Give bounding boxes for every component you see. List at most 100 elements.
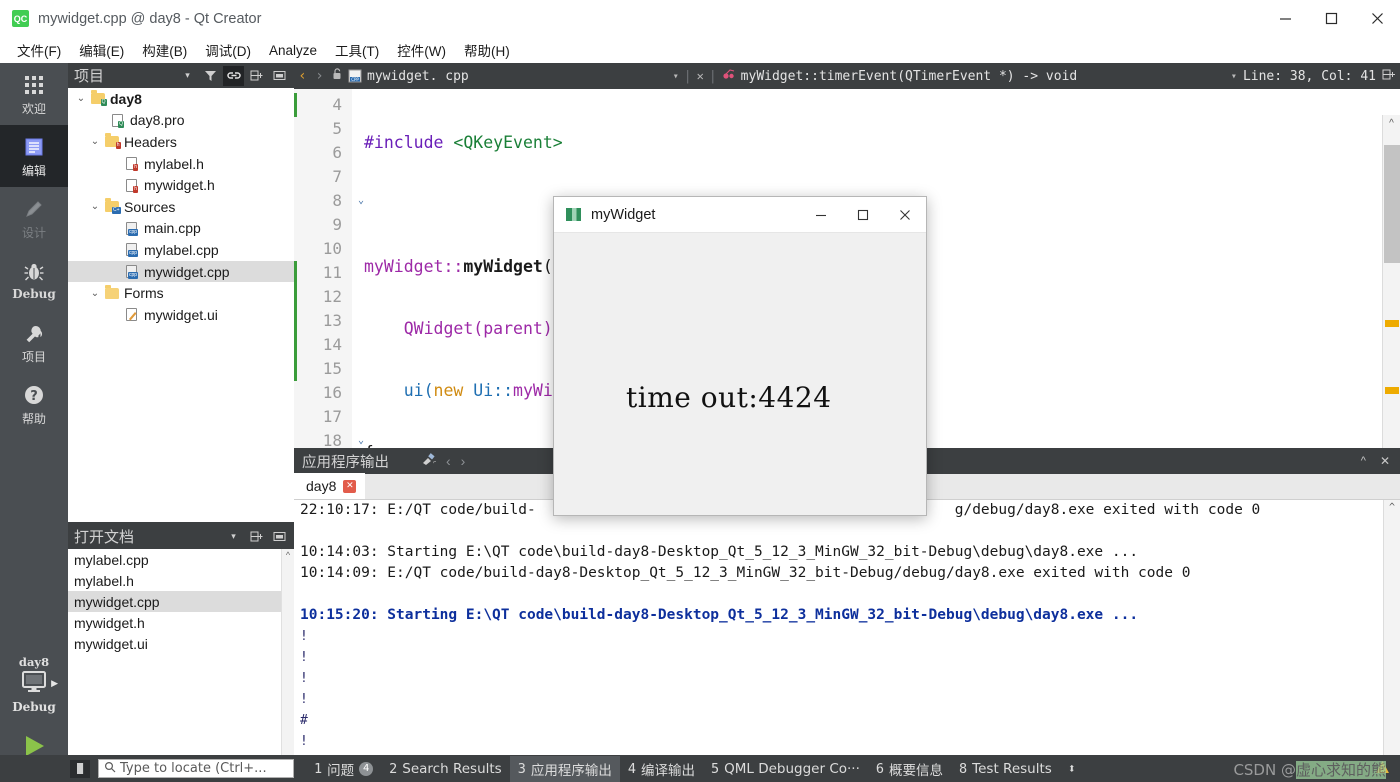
split-icon[interactable] — [246, 527, 267, 547]
chevron-down-icon[interactable]: ▾ — [177, 66, 198, 86]
window-controls — [1262, 0, 1400, 37]
output-scrollbar[interactable]: ^ — [1383, 500, 1400, 755]
editor-toolbar: ‹ › CPP mywidget. cpp ▾ | ✕ | myWidget::… — [294, 63, 1400, 89]
tree-node-sources[interactable]: ⌄ C+ Sources — [68, 196, 294, 218]
line-number: 9 — [332, 215, 342, 234]
menu-build[interactable]: 构建(B) — [133, 37, 196, 63]
maximize-icon[interactable] — [1308, 0, 1354, 37]
navigate-forward-icon[interactable]: › — [311, 68, 328, 84]
mode-help[interactable]: ? 帮助 — [0, 373, 68, 435]
close-icon[interactable] — [884, 197, 926, 233]
mode-projects[interactable]: 项目 — [0, 311, 68, 373]
menu-edit[interactable]: 编辑(E) — [70, 37, 133, 63]
open-documents-scrollbar[interactable]: ^ — [281, 549, 294, 755]
open-document-item[interactable]: mylabel.cpp — [68, 549, 294, 570]
split-editor-icon[interactable] — [1382, 68, 1396, 85]
menu-file[interactable]: 文件(F) — [8, 37, 70, 63]
maximize-output-icon[interactable]: ^ — [1361, 455, 1366, 467]
prev-item-icon[interactable]: ‹ — [446, 453, 451, 469]
locator-input[interactable]: Type to locate (Ctrl+... — [98, 759, 294, 778]
mode-design-label: 设计 — [21, 225, 46, 240]
scroll-up-icon[interactable]: ^ — [1383, 115, 1400, 132]
menu-help[interactable]: 帮助(H) — [455, 37, 519, 63]
chevron-down-icon[interactable]: ▾ — [223, 527, 244, 547]
line-number: 13 — [322, 311, 342, 330]
mode-design[interactable]: 设计 — [0, 187, 68, 249]
tree-node-mylabel-cpp[interactable]: cpp mylabel.cpp — [68, 239, 294, 261]
close-icon[interactable]: ✕ — [343, 479, 357, 493]
unlocked-icon[interactable] — [332, 68, 343, 84]
close-panel-icon[interactable] — [269, 527, 290, 547]
tree-node-forms[interactable]: ⌄ Forms — [68, 282, 294, 304]
chevron-down-icon[interactable]: ⌄ — [88, 201, 102, 212]
open-documents-list[interactable]: mylabel.cpp mylabel.h mywidget.cpp mywid… — [68, 549, 294, 755]
link-icon[interactable] — [223, 65, 244, 86]
symbol-dropdown-icon[interactable]: ▾ — [1231, 71, 1237, 82]
minimize-icon[interactable] — [1262, 0, 1308, 37]
mywidget-app-window[interactable]: myWidget time out:4424 — [553, 196, 927, 516]
next-item-icon[interactable]: › — [461, 453, 466, 469]
editor-file-chip[interactable]: CPP mywidget. cpp — [328, 68, 473, 84]
mode-debug[interactable]: Debug — [0, 249, 68, 311]
output-pane-updown-icon[interactable]: ⬍ — [1060, 758, 1084, 780]
menu-widgets[interactable]: 控件(W) — [388, 37, 455, 63]
open-document-item[interactable]: mywidget.ui — [68, 633, 294, 654]
status-item-general-messages[interactable]: 6 概要信息 — [868, 756, 951, 782]
pro-file-icon: Q — [108, 113, 127, 128]
menu-analyze[interactable]: Analyze — [260, 40, 326, 61]
tree-node-mylabel-h[interactable]: h mylabel.h — [68, 153, 294, 175]
chevron-down-icon[interactable]: ⌄ — [88, 136, 102, 147]
headers-folder-icon: h — [102, 133, 121, 150]
status-item-compile-output[interactable]: 4 编译输出 — [620, 756, 703, 782]
toggle-sidebar-icon[interactable] — [70, 759, 90, 778]
tree-node-headers[interactable]: ⌄ h Headers — [68, 131, 294, 153]
status-item-search-results[interactable]: 2 Search Results — [381, 758, 510, 780]
scrollbar-thumb[interactable] — [1384, 145, 1400, 263]
chevron-down-icon[interactable]: ⌄ — [74, 93, 88, 104]
tree-node-day8[interactable]: ⌄ Q day8 — [68, 88, 294, 110]
updown-glyph: ⬍ — [1067, 760, 1076, 777]
close-panel-icon[interactable] — [269, 66, 290, 86]
status-item-qml-debugger[interactable]: 5 QML Debugger Co··· — [703, 758, 868, 780]
chevron-down-icon[interactable]: ⌄ — [88, 288, 102, 299]
bug-icon — [23, 259, 45, 285]
project-tree[interactable]: ⌄ Q day8 Q day8.pro ⌄ h Headers h mylabe… — [68, 88, 294, 522]
minimize-icon[interactable] — [800, 197, 842, 233]
tree-node-day8-pro[interactable]: Q day8.pro — [68, 110, 294, 132]
symbol-selector[interactable]: myWidget::timerEvent(QTimerEvent *) -> v… — [722, 68, 1077, 84]
line-number-gutter: 4 5 6 7 8 ⌄ 9 10 11 12 13 14 15 16 17 18 ⌄ — [294, 89, 364, 450]
pencil-icon — [23, 196, 45, 222]
app-window-title-bar[interactable]: myWidget — [554, 197, 926, 233]
tree-node-mywidget-cpp[interactable]: cpp mywidget.cpp — [68, 260, 294, 283]
maximize-icon[interactable] — [842, 197, 884, 233]
menu-bar: 文件(F) 编辑(E) 构建(B) 调试(D) Analyze 工具(T) 控件… — [0, 37, 1400, 63]
clear-output-icon[interactable]: ⌐ — [421, 452, 438, 471]
editor-scrollbar[interactable]: ^ ⌄ — [1382, 115, 1400, 474]
status-item-test-results[interactable]: 8 Test Results — [951, 758, 1060, 780]
close-icon[interactable] — [1354, 0, 1400, 37]
menu-debug[interactable]: 调试(D) — [196, 37, 260, 63]
menu-tools[interactable]: 工具(T) — [326, 37, 388, 63]
kit-selector[interactable]: day8 ▶ Debug — [0, 648, 68, 720]
mode-welcome[interactable]: 欢迎 — [0, 63, 68, 125]
split-icon[interactable] — [246, 66, 267, 86]
open-document-item[interactable]: mywidget.h — [68, 612, 294, 633]
tree-node-mywidget-ui[interactable]: mywidget.ui — [68, 304, 294, 326]
tree-label: Sources — [124, 198, 176, 215]
output-tab-day8[interactable]: day8 ✕ — [294, 473, 366, 499]
open-document-item[interactable]: mywidget.cpp — [68, 591, 294, 612]
question-icon: ? — [23, 382, 45, 408]
status-item-application-output[interactable]: 3 应用程序输出 — [509, 755, 620, 782]
line-number: 8 ⌄ — [294, 189, 364, 213]
tree-node-mywidget-h[interactable]: h mywidget.h — [68, 174, 294, 196]
editor-close-icon[interactable]: ✕ — [697, 69, 704, 83]
tree-label: mywidget.h — [144, 177, 215, 194]
tree-node-main-cpp[interactable]: cpp main.cpp — [68, 218, 294, 240]
status-item-issues[interactable]: 1 问题 4 — [306, 756, 381, 782]
output-text[interactable]: 22:10:17: E:/QT code/build- g/debug/day8… — [294, 500, 1400, 755]
mode-edit[interactable]: 编辑 — [0, 125, 68, 187]
navigate-back-icon[interactable]: ‹ — [294, 68, 311, 84]
filter-icon[interactable] — [200, 66, 221, 86]
open-document-item[interactable]: mylabel.h — [68, 570, 294, 591]
close-output-icon[interactable]: ✕ — [1380, 454, 1390, 468]
